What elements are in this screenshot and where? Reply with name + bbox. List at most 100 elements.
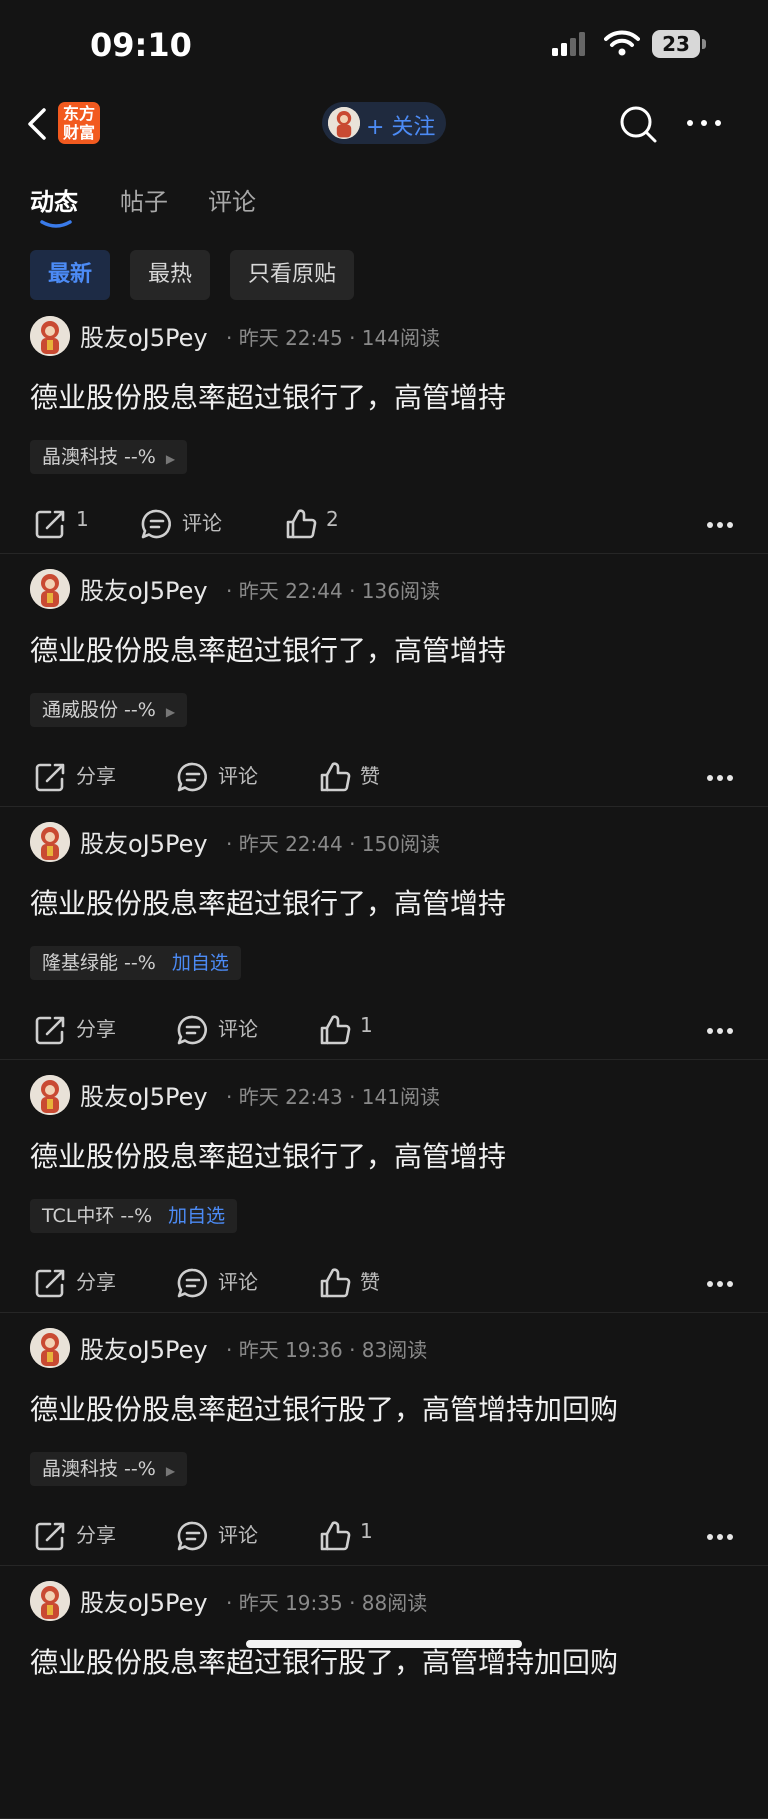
comment-button[interactable]: 评论 [176,1259,276,1299]
post-more-icon[interactable] [706,1273,734,1287]
author-name[interactable]: 股友oJ5Pey [80,1330,208,1365]
like-button[interactable]: 1 [318,1512,398,1552]
share-label: 分享 [76,1270,116,1294]
share-button[interactable]: 分享 [34,1512,124,1552]
author-avatar[interactable] [30,1328,70,1368]
author-avatar[interactable] [30,1075,70,1115]
post-title[interactable]: 德业股份股息率超过银行了，高管增持 [30,882,506,922]
like-label: 赞 [360,1270,380,1294]
like-button[interactable]: 赞 [318,1259,398,1299]
stock-tag-label: 隆基绿能 --% [42,952,156,974]
comment-label: 评论 [218,1270,258,1294]
like-button[interactable]: 赞 [318,753,398,793]
post-title[interactable]: 德业股份股息率超过银行股了，高管增持加回购 [30,1388,618,1428]
comment-button[interactable]: 评论 [176,1006,276,1046]
battery-icon: 23 [652,30,706,58]
post-card[interactable]: 股友oJ5Pey · 昨天 22:43 · 141阅读 德业股份股息率超过银行了，高… [0,1059,768,1313]
share-label: 分享 [76,1017,116,1041]
filter-hot[interactable]: 最热 [130,250,211,300]
author-avatar[interactable] [30,1581,70,1621]
like-button[interactable]: 1 [318,1006,398,1046]
more-options-icon[interactable] [684,116,724,130]
post-actions: 分享 评论 赞 [0,1259,768,1299]
comment-label: 评论 [182,511,222,535]
post-more-icon[interactable] [706,1020,734,1034]
post-actions: 分享 评论 1 [0,1006,768,1046]
add-to-watchlist-link[interactable]: 加自选 [172,952,229,974]
filter-latest[interactable]: 最新 [30,250,111,300]
stock-tag[interactable]: 晶澳科技 --% ▶ [30,440,188,474]
tab-activity[interactable]: 动态 [30,182,78,217]
author-name[interactable]: 股友oJ5Pey [80,571,208,606]
author-avatar[interactable] [30,569,70,609]
play-arrow-icon: ▶ [165,1464,176,1478]
comment-label: 评论 [218,1523,258,1547]
comment-button[interactable]: 评论 [140,500,240,540]
back-arrow-icon[interactable] [22,106,52,142]
wifi-icon [604,30,640,56]
tab-posts[interactable]: 帖子 [120,182,168,217]
post-card[interactable]: 股友oJ5Pey · 昨天 22:45 · 144阅读德业股份股息率超过银行了，高… [0,300,768,554]
status-time: 09:10 [90,26,192,64]
share-label: 1 [76,507,89,531]
post-meta: · 昨天 22:45 · 144阅读 [226,326,440,350]
like-label: 1 [360,1519,373,1543]
post-title[interactable]: 德业股份股息率超过银行了，高管增持 [30,1135,506,1175]
author-avatar[interactable] [30,822,70,862]
post-more-icon[interactable] [706,1526,734,1540]
filter-bar: 最新 最热 只看原贴 [0,250,768,300]
stock-tag[interactable]: TCL中环 --% 加自选 [30,1199,238,1233]
post-card[interactable]: 股友oJ5Pey · 昨天 19:36 · 83阅读德业股份股息率超过银行股了，高… [0,1312,768,1566]
user-avatar [328,107,360,139]
logo-text-top: 东方 [62,104,95,123]
active-tab-indicator [40,220,72,228]
like-button[interactable]: 2 [284,500,364,540]
follow-label: + 关注 [366,115,436,140]
comment-label: 评论 [218,1017,258,1041]
stock-tag-label: 晶澳科技 --% [42,446,156,468]
share-button[interactable]: 分享 [34,1259,124,1299]
author-name[interactable]: 股友oJ5Pey [80,1077,208,1112]
post-title[interactable]: 德业股份股息率超过银行了，高管增持 [30,629,506,669]
stock-tag-label: TCL中环 --% [42,1205,153,1227]
post-card[interactable]: 股友oJ5Pey · 昨天 19:35 · 88阅读 德业股份股息率超过银行股了，高… [0,1565,768,1819]
play-arrow-icon: ▶ [165,705,176,719]
post-actions: 分享 评论 赞 [0,753,768,793]
like-label: 赞 [360,764,380,788]
post-more-icon[interactable] [706,514,734,528]
stock-tag[interactable]: 通威股份 --% ▶ [30,693,188,727]
nav-bar: 东方 财富 + 关注 [0,90,768,160]
share-button[interactable]: 分享 [34,1006,124,1046]
post-meta: · 昨天 19:36 · 83阅读 [226,1338,428,1362]
post-more-icon[interactable] [706,767,734,781]
search-icon[interactable] [618,104,658,144]
post-card[interactable]: 股友oJ5Pey · 昨天 22:44 · 150阅读德业股份股息率超过银行了，高… [0,806,768,1060]
comment-button[interactable]: 评论 [176,1512,276,1552]
add-to-watchlist-link[interactable]: 加自选 [168,1205,225,1227]
tab-comments[interactable]: 评论 [208,182,256,217]
share-button[interactable]: 1 [34,500,94,540]
stock-tag[interactable]: 晶澳科技 --% ▶ [30,1452,188,1486]
author-name[interactable]: 股友oJ5Pey [80,824,208,859]
share-button[interactable]: 分享 [34,753,124,793]
comment-button[interactable]: 评论 [176,753,276,793]
tab-bar: 动态 帖子 评论 [0,160,768,230]
share-label: 分享 [76,1523,116,1547]
stock-tag[interactable]: 隆基绿能 --% 加自选 [30,946,241,980]
logo-text-bottom: 财富 [62,123,95,142]
author-name[interactable]: 股友oJ5Pey [80,1583,208,1618]
stock-tag-label: 通威股份 --% [42,699,156,721]
follow-button[interactable]: + 关注 [322,102,446,144]
like-label: 2 [326,507,339,531]
post-actions: 1 评论 2 [0,500,768,540]
post-meta: · 昨天 22:44 · 150阅读 [226,832,440,856]
author-name[interactable]: 股友oJ5Pey [80,318,208,353]
post-card[interactable]: 股友oJ5Pey · 昨天 22:44 · 136阅读 德业股份股息率超过银行了，高… [0,553,768,807]
like-label: 1 [360,1013,373,1037]
post-title[interactable]: 德业股份股息率超过银行了，高管增持 [30,376,506,416]
author-avatar[interactable] [30,316,70,356]
app-logo: 东方 财富 [58,102,100,144]
stock-tag-label: 晶澳科技 --% [42,1458,156,1480]
battery-level: 23 [652,30,700,58]
filter-original-only[interactable]: 只看原贴 [230,250,355,300]
